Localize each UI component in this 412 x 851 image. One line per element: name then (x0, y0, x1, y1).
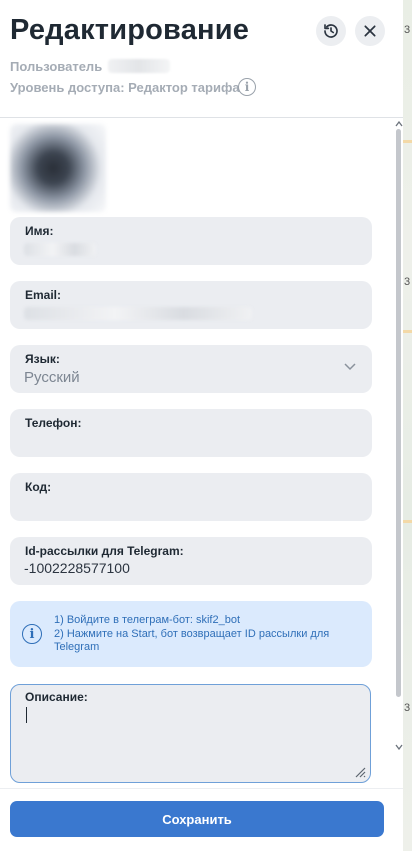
code-field[interactable]: Код: (10, 473, 372, 521)
save-button[interactable]: Сохранить (10, 801, 384, 837)
phone-label: Телефон: (25, 416, 82, 430)
avatar[interactable] (10, 124, 106, 212)
history-button[interactable] (316, 16, 346, 46)
map-background[interactable] (403, 0, 412, 851)
map-road (403, 330, 412, 333)
map-label: 3 (404, 276, 411, 288)
header-divider (0, 117, 403, 118)
scrollbar[interactable] (394, 121, 403, 785)
close-button[interactable] (355, 16, 385, 46)
hint-line-2: 2) Нажмите на Start, бот возвращает ID р… (54, 627, 330, 654)
language-select[interactable]: Язык: Русский (10, 345, 372, 393)
email-field[interactable]: Email: (10, 281, 372, 329)
description-textarea[interactable]: Описание: (10, 684, 371, 783)
map-label: 3 (404, 702, 411, 714)
map-road (403, 520, 412, 523)
hint-text: 1) Войдите в телеграм-бот: skif2_bot 2) … (54, 614, 364, 655)
hint-line-1: 1) Войдите в телеграм-бот: skif2_bot (54, 614, 241, 626)
telegram-id-field[interactable]: Id-рассылки для Telegram: -1002228577100 (10, 537, 372, 585)
name-label: Имя: (25, 224, 54, 238)
page-title: Редактирование (10, 14, 250, 46)
chevron-down-icon (344, 363, 356, 371)
telegram-hint: i 1) Войдите в телеграм-бот: skif2_bot 2… (10, 601, 372, 667)
email-label: Email: (25, 288, 62, 302)
resize-grip-icon[interactable] (354, 766, 366, 778)
scroll-up-icon[interactable] (395, 121, 403, 127)
info-icon: i (22, 624, 42, 644)
edit-panel: Редактирование Пользователь Уровень дост… (0, 0, 403, 851)
map-label: 3 (404, 24, 411, 36)
language-label: Язык: (25, 352, 60, 366)
code-label: Код: (25, 480, 52, 494)
language-value: Русский (24, 369, 80, 386)
name-field[interactable]: Имя: (10, 217, 372, 265)
footer-divider (0, 788, 403, 789)
scroll-down-icon[interactable] (395, 744, 403, 750)
user-name-redacted (107, 59, 170, 73)
phone-field[interactable]: Телефон: (10, 409, 372, 457)
text-caret (26, 707, 28, 723)
history-icon (324, 24, 338, 38)
name-value-redacted (24, 243, 96, 256)
telegram-id-value: -1002228577100 (24, 560, 130, 576)
info-icon[interactable]: i (238, 78, 256, 96)
access-level: Уровень доступа: Редактор тарифа (10, 80, 240, 95)
email-value-redacted (24, 307, 252, 320)
user-line: Пользователь (10, 59, 170, 74)
map-road (403, 140, 412, 143)
close-icon (364, 25, 376, 37)
telegram-id-label: Id-рассылки для Telegram: (25, 544, 184, 558)
scrollbar-thumb[interactable] (396, 129, 401, 697)
user-label: Пользователь (10, 59, 103, 74)
description-label: Описание: (25, 690, 88, 704)
